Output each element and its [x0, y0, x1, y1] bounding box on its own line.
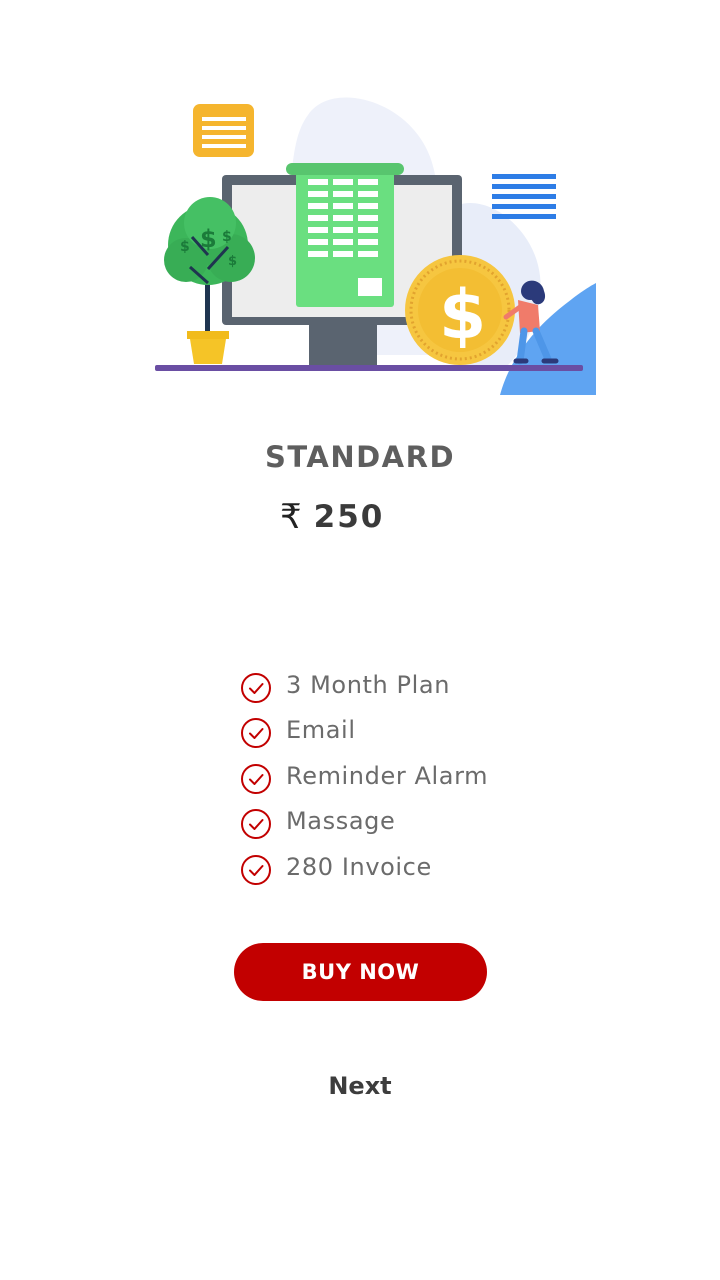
plan-title: STANDARD — [264, 440, 456, 474]
buy-now-button[interactable]: BUY NOW — [234, 943, 487, 1001]
feature-item: 3 Month Plan — [240, 662, 560, 708]
feature-item: Reminder Alarm — [240, 753, 560, 799]
feature-item: 280 Invoice — [240, 844, 560, 890]
svg-text:$: $ — [228, 254, 237, 269]
check-circle-icon — [241, 854, 271, 885]
check-circle-icon — [241, 809, 271, 840]
billing-illustration: $ $ $ $ $ — [128, 55, 596, 395]
feature-label: Reminder Alarm — [286, 761, 489, 790]
svg-text:$: $ — [222, 229, 232, 245]
check-circle-icon — [241, 672, 271, 703]
rupee-icon: ₹ — [280, 497, 302, 537]
svg-text:$: $ — [180, 239, 190, 255]
svg-text:$: $ — [439, 276, 486, 355]
feature-label: Massage — [286, 807, 396, 836]
feature-item: Email — [240, 708, 560, 754]
feature-label: 3 Month Plan — [286, 670, 451, 699]
price-value: 250 — [313, 499, 385, 535]
price: ₹ 250 — [280, 495, 384, 539]
feature-list: 3 Month Plan Email Reminder Alarm Massag… — [240, 662, 560, 890]
svg-text:$: $ — [200, 225, 217, 253]
plan-screen: $ $ $ $ $ STANDARD ₹ 250 3 Month Plan Em… — [0, 0, 720, 1280]
feature-label: Email — [286, 716, 356, 745]
feature-label: 280 Invoice — [286, 852, 432, 881]
next-link[interactable]: Next — [0, 1072, 720, 1100]
check-circle-icon — [241, 763, 271, 794]
check-circle-icon — [241, 718, 271, 749]
feature-item: Massage — [240, 799, 560, 845]
